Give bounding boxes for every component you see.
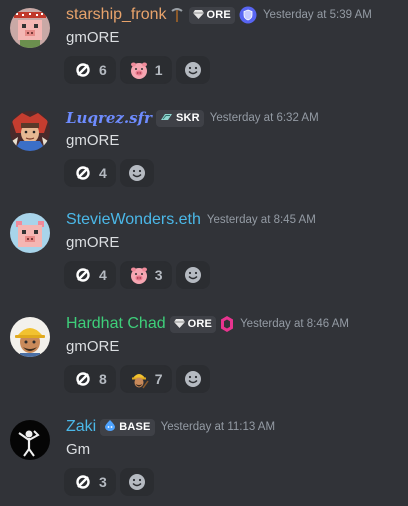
timestamp[interactable]: Yesterday at 6:32 AM	[210, 112, 319, 124]
message-header: Hardhat Chad ORE Yesterday at 8:46 AM	[66, 313, 349, 335]
reaction-button[interactable]: 1	[119, 56, 172, 84]
username[interactable]: Zaki	[66, 416, 96, 438]
ore-o-icon	[73, 60, 93, 80]
server-tag[interactable]: BASE	[100, 418, 155, 436]
server-tag[interactable]: ORE	[169, 315, 217, 333]
smiley-icon	[128, 474, 145, 490]
message-content: gmORE	[66, 338, 120, 355]
username[interactable]: Luqrez.sfr	[66, 107, 152, 129]
ore-o-icon	[73, 472, 93, 492]
message-header: Luqrez.sfr SKR Yesterday at 6:32 AM	[66, 107, 319, 129]
reaction-button[interactable]: 4	[64, 159, 116, 187]
reaction-button[interactable]: 6	[64, 56, 116, 84]
reaction-count: 3	[99, 474, 107, 490]
gem-icon	[192, 9, 204, 22]
chat-message: starship_fronk ORE Yesterday at 5:39 AM …	[0, 4, 408, 90]
chat-messages: starship_fronk ORE Yesterday at 5:39 AM …	[0, 0, 408, 506]
hardhat-avatar-icon	[10, 317, 50, 357]
reaction-bar: 4 3	[64, 261, 210, 289]
avatar[interactable]	[10, 420, 50, 460]
pickaxe-icon	[169, 7, 185, 23]
reaction-button[interactable]: 3	[119, 261, 172, 289]
reaction-count: 3	[154, 267, 163, 283]
smiley-icon	[184, 371, 201, 387]
username[interactable]: starship_fronk	[66, 4, 167, 26]
timestamp[interactable]: Yesterday at 5:39 AM	[263, 9, 372, 21]
smiley-icon	[184, 267, 201, 283]
shield-badge-icon[interactable]	[239, 6, 257, 24]
reaction-count: 7	[154, 371, 163, 387]
reaction-count: 6	[99, 62, 107, 78]
reaction-button[interactable]: 7	[119, 365, 172, 393]
reaction-count: 4	[99, 165, 107, 181]
reaction-bar: 8 7	[64, 365, 210, 393]
ore-o-icon	[73, 163, 93, 183]
add-reaction-button[interactable]	[175, 56, 210, 84]
tag-label: ORE	[187, 318, 213, 330]
pig-face-icon	[129, 265, 149, 285]
reaction-bar: 6 1	[64, 56, 210, 84]
reaction-count: 1	[154, 62, 163, 78]
pig-avatar-icon	[10, 213, 50, 253]
reaction-count: 8	[99, 371, 107, 387]
timestamp[interactable]: Yesterday at 11:13 AM	[161, 421, 275, 433]
tag-label: ORE	[206, 9, 231, 21]
smiley-icon	[128, 165, 145, 181]
warrior-avatar-icon	[10, 111, 50, 151]
timestamp[interactable]: Yesterday at 8:46 AM	[240, 318, 349, 330]
dab-avatar-icon	[10, 420, 50, 460]
add-reaction-button[interactable]	[175, 365, 210, 393]
smiley-icon	[184, 62, 201, 78]
tag-label: BASE	[119, 421, 151, 433]
timestamp[interactable]: Yesterday at 8:45 AM	[207, 214, 316, 226]
ore-o-icon	[73, 265, 93, 285]
server-tag[interactable]: SKR	[155, 109, 204, 127]
avatar[interactable]	[10, 317, 50, 357]
avatar[interactable]	[10, 8, 50, 48]
message-content: gmORE	[66, 234, 120, 251]
message-header: Zaki BASE Yesterday at 11:13 AM	[66, 416, 275, 438]
pig-face-icon	[129, 60, 149, 80]
reaction-bar: 3	[64, 468, 154, 496]
chat-message: Hardhat Chad ORE Yesterday at 8:46 AM gm…	[0, 313, 408, 399]
hardhat-miner-icon	[129, 369, 149, 389]
username[interactable]: Hardhat Chad	[66, 313, 166, 335]
reaction-bar: 4	[64, 159, 154, 187]
reaction-button[interactable]: 4	[64, 261, 116, 289]
base-drop-icon	[104, 420, 116, 434]
add-reaction-button[interactable]	[119, 468, 154, 496]
pig-avatar-icon	[10, 8, 50, 48]
add-reaction-button[interactable]	[175, 261, 210, 289]
reaction-button[interactable]: 8	[64, 365, 116, 393]
chat-message: StevieWonders.eth Yesterday at 8:45 AM g…	[0, 209, 408, 295]
reaction-count: 4	[99, 267, 107, 283]
message-header: StevieWonders.eth Yesterday at 8:45 AM	[66, 209, 316, 231]
message-header: starship_fronk ORE Yesterday at 5:39 AM	[66, 4, 372, 26]
message-content: Gm	[66, 441, 91, 458]
add-reaction-button[interactable]	[119, 159, 154, 187]
message-content: gmORE	[66, 132, 120, 149]
message-content: gmORE	[66, 29, 120, 46]
gem-icon	[173, 318, 185, 331]
ore-o-icon	[73, 369, 93, 389]
avatar[interactable]	[10, 213, 50, 253]
username[interactable]: StevieWonders.eth	[66, 209, 201, 231]
avatar[interactable]	[10, 111, 50, 151]
tag-label: SKR	[175, 112, 200, 124]
seeker-icon	[160, 112, 173, 125]
chat-message: Luqrez.sfr SKR Yesterday at 6:32 AM gmOR…	[0, 107, 408, 193]
hexagon-badge-icon[interactable]	[220, 315, 234, 333]
server-tag[interactable]: ORE	[188, 6, 235, 24]
chat-message: Zaki BASE Yesterday at 11:13 AM Gm 3	[0, 416, 408, 502]
reaction-button[interactable]: 3	[64, 468, 116, 496]
